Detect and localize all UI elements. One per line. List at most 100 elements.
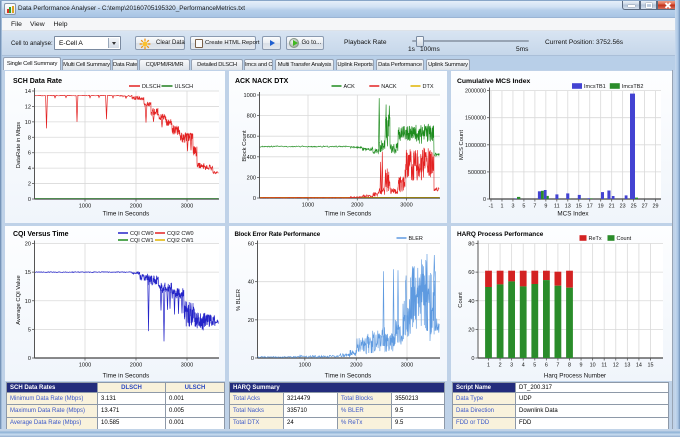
svg-text:BLER: BLER	[409, 236, 423, 242]
svg-text:23: 23	[620, 204, 626, 210]
svg-text:3000: 3000	[400, 203, 412, 209]
svg-text:Time in Seconds: Time in Seconds	[103, 211, 150, 218]
svg-text:SCH Data Rate: SCH Data Rate	[13, 78, 62, 85]
svg-text:3000: 3000	[181, 204, 193, 210]
svg-text:17: 17	[587, 204, 593, 210]
svg-text:19: 19	[598, 204, 604, 210]
svg-text:ImcsTB2: ImcsTB2	[622, 84, 644, 90]
svg-text:12: 12	[25, 104, 31, 110]
svg-text:25: 25	[631, 204, 637, 210]
svg-text:1000: 1000	[302, 203, 314, 209]
svg-text:3000: 3000	[401, 363, 413, 369]
svg-text:80: 80	[468, 242, 474, 248]
svg-text:0: 0	[251, 356, 254, 362]
svg-text:MCS Index: MCS Index	[557, 211, 589, 218]
svg-text:10: 10	[25, 120, 31, 126]
svg-text:2000: 2000	[130, 363, 142, 369]
svg-text:6: 6	[28, 151, 31, 157]
svg-text:27: 27	[642, 204, 648, 210]
svg-text:0: 0	[28, 197, 31, 203]
svg-text:200: 200	[247, 175, 256, 181]
svg-text:3: 3	[510, 363, 513, 369]
svg-text:MCS Count: MCS Count	[459, 130, 465, 160]
svg-text:5: 5	[533, 363, 536, 369]
svg-text:3: 3	[511, 204, 514, 210]
svg-text:9: 9	[544, 204, 547, 210]
svg-text:5: 5	[28, 327, 31, 333]
svg-text:Harq Process Number: Harq Process Number	[544, 373, 606, 380]
svg-text:CQI2 CW0: CQI2 CW0	[167, 231, 194, 237]
svg-text:60: 60	[248, 242, 254, 248]
svg-text:400: 400	[247, 155, 256, 161]
svg-text:13: 13	[624, 363, 630, 369]
svg-text:NACK: NACK	[381, 84, 397, 90]
svg-text:1500000: 1500000	[465, 116, 486, 122]
svg-text:0: 0	[471, 356, 474, 362]
svg-text:1000000: 1000000	[465, 143, 486, 149]
svg-text:29: 29	[653, 204, 659, 210]
svg-text:1: 1	[487, 363, 490, 369]
svg-text:14: 14	[25, 89, 31, 95]
svg-text:7: 7	[533, 204, 536, 210]
svg-text:21: 21	[609, 204, 615, 210]
svg-text:10: 10	[590, 363, 596, 369]
svg-text:0: 0	[253, 196, 256, 202]
svg-text:15: 15	[647, 363, 653, 369]
svg-text:11: 11	[601, 363, 607, 369]
svg-text:7: 7	[556, 363, 559, 369]
svg-text:1000: 1000	[79, 363, 91, 369]
svg-text:Block Count: Block Count	[242, 130, 248, 162]
svg-text:12: 12	[613, 363, 619, 369]
svg-text:2000000: 2000000	[465, 89, 486, 95]
svg-text:ACK NACK DTX: ACK NACK DTX	[235, 78, 289, 85]
svg-text:8: 8	[28, 135, 31, 141]
svg-text:Cumulative MCS Index: Cumulative MCS Index	[457, 78, 530, 85]
svg-text:% BLER: % BLER	[236, 289, 242, 311]
svg-text:800: 800	[247, 114, 256, 120]
svg-text:20: 20	[25, 242, 31, 248]
svg-text:600: 600	[247, 134, 256, 140]
svg-text:ULSCH: ULSCH	[175, 84, 194, 90]
svg-text:13: 13	[565, 204, 571, 210]
svg-text:DataRate in Mbps: DataRate in Mbps	[16, 122, 22, 168]
svg-text:Count: Count	[617, 236, 632, 242]
svg-text:Time in Seconds: Time in Seconds	[103, 373, 150, 380]
svg-text:40: 40	[468, 299, 474, 305]
svg-text:20: 20	[248, 318, 254, 324]
svg-text:2: 2	[28, 182, 31, 188]
svg-text:500000: 500000	[468, 170, 486, 176]
svg-text:4: 4	[28, 166, 31, 172]
svg-text:5: 5	[522, 204, 525, 210]
svg-text:2000: 2000	[351, 203, 363, 209]
svg-text:Count: Count	[458, 292, 464, 308]
svg-text:60: 60	[468, 270, 474, 276]
svg-text:CQI Versus Time: CQI Versus Time	[13, 231, 69, 238]
svg-text:15: 15	[576, 204, 582, 210]
svg-text:1000: 1000	[244, 93, 256, 99]
svg-text:2: 2	[499, 363, 502, 369]
svg-text:0: 0	[483, 197, 486, 203]
svg-text:Time in Seconds: Time in Seconds	[325, 211, 372, 218]
svg-text:4: 4	[522, 363, 525, 369]
svg-text:DLSCH: DLSCH	[142, 84, 161, 90]
svg-text:DTX: DTX	[423, 84, 434, 90]
svg-text:11: 11	[554, 204, 560, 210]
svg-text:9: 9	[580, 363, 583, 369]
svg-text:0: 0	[28, 356, 31, 362]
svg-text:10: 10	[25, 299, 31, 305]
svg-text:Average CQI Value: Average CQI Value	[16, 275, 22, 324]
svg-text:Block Error Rate Performance: Block Error Rate Performance	[235, 231, 321, 238]
svg-text:40: 40	[248, 280, 254, 286]
svg-text:1: 1	[500, 204, 503, 210]
svg-text:8: 8	[568, 363, 571, 369]
svg-text:3000: 3000	[181, 363, 193, 369]
svg-text:6: 6	[545, 363, 548, 369]
svg-text:-1: -1	[489, 204, 494, 210]
svg-text:ReTx: ReTx	[589, 236, 602, 242]
svg-text:1000: 1000	[299, 363, 311, 369]
svg-text:ACK: ACK	[344, 84, 356, 90]
svg-text:20: 20	[468, 327, 474, 333]
svg-text:14: 14	[636, 363, 642, 369]
svg-text:CQI CW0: CQI CW0	[130, 231, 154, 237]
svg-text:Time in Seconds: Time in Seconds	[325, 373, 372, 380]
